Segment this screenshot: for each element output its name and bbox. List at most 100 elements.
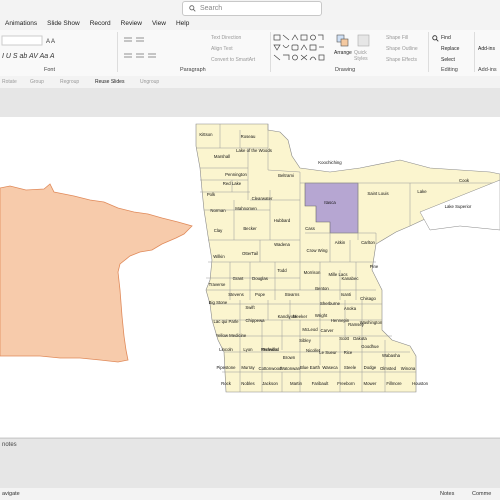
rotate-button[interactable]: Rotate bbox=[2, 79, 17, 85]
county-label-morrison: Morrison bbox=[304, 270, 321, 275]
county-label-blue-earth: Blue Earth bbox=[300, 365, 321, 370]
comments-toggle[interactable]: Comme bbox=[472, 491, 491, 497]
county-label-carver: Carver bbox=[321, 328, 334, 333]
group-label-paragraph: Paragraph bbox=[180, 67, 206, 73]
text-direction-button[interactable]: Text Direction bbox=[211, 35, 241, 41]
county-label-aitkin: Aitkin bbox=[335, 240, 346, 245]
menu-record[interactable]: Record bbox=[85, 20, 116, 27]
county-label-meeker: Meeker bbox=[293, 314, 308, 319]
separator bbox=[428, 32, 429, 72]
county-label-traverse: Traverse bbox=[209, 282, 226, 287]
county-label-olmsted: Olmsted bbox=[380, 366, 397, 371]
arrange-button[interactable]: Arrange bbox=[334, 50, 352, 56]
status-bar: avigate Notes Comme bbox=[0, 488, 500, 500]
separator bbox=[270, 32, 271, 72]
svg-text:A A: A A bbox=[46, 39, 55, 45]
county-label-clearwater: Clearwater bbox=[252, 196, 273, 201]
county-label-dakota: Dakota bbox=[353, 336, 367, 341]
menu-help[interactable]: Help bbox=[171, 20, 194, 27]
select-button[interactable]: Select bbox=[441, 57, 455, 63]
align-text-button[interactable]: Align Text bbox=[211, 46, 233, 52]
county-label-mower: Mower bbox=[364, 381, 377, 386]
county-label-norman: Norman bbox=[210, 208, 226, 213]
menu-animations[interactable]: Animations bbox=[0, 20, 42, 27]
minnesota-outline-shape[interactable] bbox=[0, 183, 193, 363]
group-label-editing: Editing bbox=[441, 67, 458, 73]
county-label-sherburne: Sherburne bbox=[320, 301, 341, 306]
shape-outline-button[interactable]: Shape Outline bbox=[386, 46, 418, 52]
county-label-scott: Scott bbox=[339, 336, 350, 341]
county-label-chippewa: Chippewa bbox=[245, 318, 265, 323]
quick-styles-icon[interactable] bbox=[357, 34, 371, 48]
separator bbox=[474, 32, 475, 72]
county-label-roseau: Roseau bbox=[241, 134, 256, 139]
county-label-steele: Steele bbox=[344, 365, 357, 370]
county-label-nobles: Nobles bbox=[241, 381, 254, 386]
county-label-faribault: Faribault bbox=[312, 381, 330, 386]
reuse-slides-button[interactable]: Reuse Slides bbox=[95, 79, 124, 85]
county-label-lincoln: Lincoln bbox=[219, 347, 233, 352]
search-placeholder: Search bbox=[200, 5, 223, 12]
search-box[interactable]: Search bbox=[182, 1, 322, 16]
county-label-jackson: Jackson bbox=[262, 381, 278, 386]
county-label-crow-wing: Crow Wing bbox=[306, 248, 328, 253]
county-label-douglas: Douglas bbox=[252, 276, 268, 281]
addins-button[interactable]: Add-ins bbox=[478, 46, 495, 52]
county-label-freeborn: Freeborn bbox=[337, 381, 355, 386]
county-label-pennington: Pennington bbox=[225, 172, 247, 177]
county-label-goodhue: Goodhue bbox=[361, 344, 379, 349]
paragraph-controls-icon bbox=[124, 37, 156, 58]
county-label-lac-qui-parle: Lac qui Parle bbox=[213, 319, 239, 324]
notes-toggle[interactable]: Notes bbox=[440, 491, 454, 497]
county-label-wadena: Wadena bbox=[274, 242, 290, 247]
quick-styles-button[interactable]: Quick Styles bbox=[354, 50, 374, 62]
ungroup-button[interactable]: Ungroup bbox=[140, 79, 159, 85]
county-label-mcleod: McLeod bbox=[302, 327, 318, 332]
menu-slide-show[interactable]: Slide Show bbox=[42, 20, 85, 27]
notes-label: notes bbox=[2, 442, 17, 448]
county-label-grant: Grant bbox=[233, 276, 245, 281]
county-label-watonwan: Watonwan bbox=[280, 366, 301, 371]
separator bbox=[117, 32, 118, 72]
county-label-polk: Polk bbox=[207, 192, 216, 197]
county-label-beltrami: Beltrami bbox=[278, 173, 294, 178]
shapes-gallery-icon[interactable] bbox=[272, 33, 332, 67]
county-label-ottertail: OtterTail bbox=[242, 251, 258, 256]
notes-pane[interactable]: notes bbox=[0, 438, 500, 489]
county-label-lyon: Lyon bbox=[243, 347, 253, 352]
find-button[interactable]: Find bbox=[441, 35, 451, 41]
county-label-benton: Benton bbox=[315, 286, 329, 291]
replace-button[interactable]: Replace bbox=[441, 46, 459, 52]
county-label-waseca: Waseca bbox=[322, 365, 338, 370]
county-label-koochiching: Koochiching bbox=[318, 160, 342, 165]
county-label-stevens: Stevens bbox=[228, 292, 244, 297]
shape-effects-button[interactable]: Shape Effects bbox=[386, 57, 417, 63]
county-label-marshall: Marshall bbox=[214, 154, 230, 159]
county-label-rock: Rock bbox=[221, 381, 232, 386]
county-label-carlton: Carlton bbox=[361, 240, 375, 245]
county-label-pipestone: Pipestone bbox=[216, 365, 236, 370]
arrange-icon[interactable] bbox=[336, 34, 350, 48]
menu-review[interactable]: Review bbox=[116, 20, 147, 27]
county-label-lake-superior: Lake Superior bbox=[445, 204, 472, 209]
county-label-isanti: Isanti bbox=[341, 292, 351, 297]
font-controls-icon: A A I U S ab AV Aa A bbox=[1, 35, 55, 60]
title-bar: Search bbox=[0, 0, 500, 16]
county-label-pine: Pine bbox=[370, 264, 379, 269]
group-label-addins: Add-ins bbox=[478, 67, 497, 73]
county-label-cottonwood: Cottonwood bbox=[259, 366, 283, 371]
county-label-chisago: Chisago bbox=[360, 296, 376, 301]
county-label-brown: Brown bbox=[283, 355, 296, 360]
county-label-yellow-medicine: Yellow Medicine bbox=[216, 333, 247, 338]
menu-view[interactable]: View bbox=[147, 20, 171, 27]
county-label-dodge: Dodge bbox=[364, 365, 377, 370]
county-label-anoka: Anoka bbox=[344, 306, 357, 311]
convert-smartart-button[interactable]: Convert to SmartArt bbox=[211, 57, 255, 63]
regroup-button[interactable]: Regroup bbox=[60, 79, 79, 85]
status-navigate[interactable]: avigate bbox=[2, 491, 20, 497]
ribbon: A A I U S ab AV Aa A Text Direction Alig… bbox=[0, 30, 500, 77]
county-label-clay: Clay bbox=[214, 228, 223, 233]
county-label-washington: Washington bbox=[360, 320, 383, 325]
group-button[interactable]: Group bbox=[30, 79, 44, 85]
shape-fill-button[interactable]: Shape Fill bbox=[386, 35, 408, 41]
